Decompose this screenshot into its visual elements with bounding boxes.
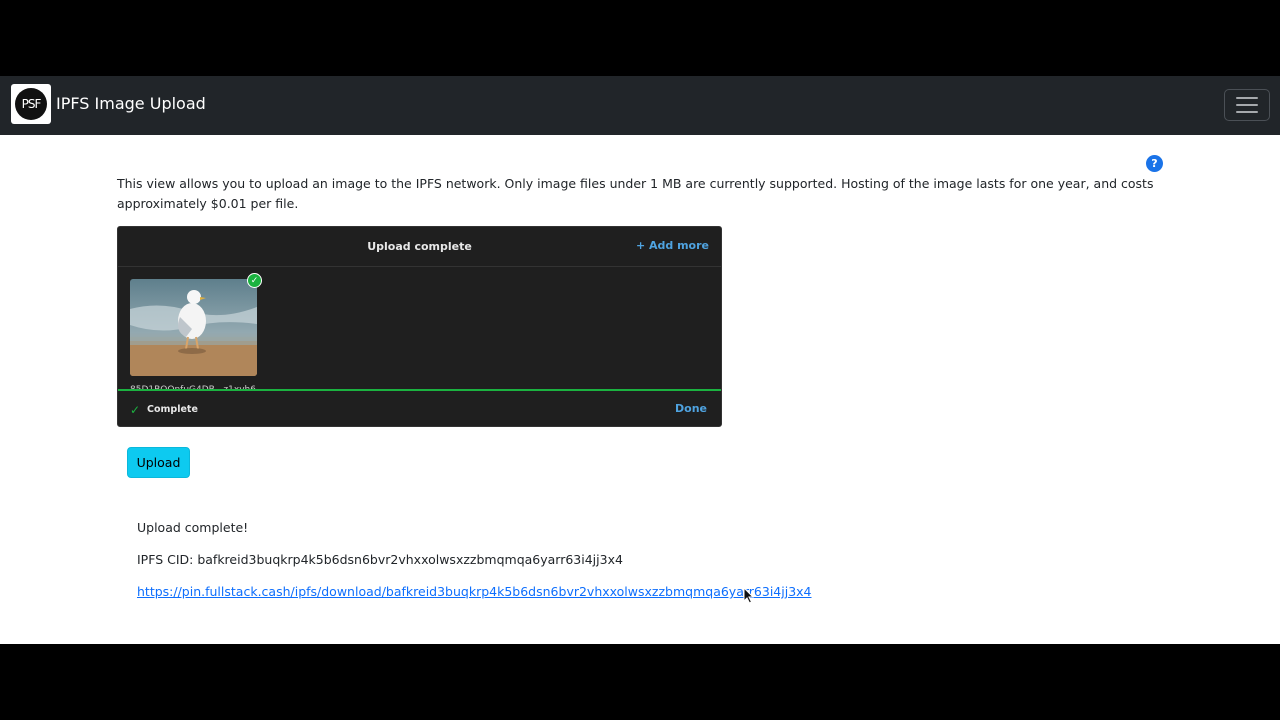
done-button[interactable]: Done — [675, 402, 707, 415]
add-more-button[interactable]: + Add more — [636, 239, 709, 252]
cid-value: bafkreid3buqkrp4k5b6dsn6bvr2vhxxolwsxzzb… — [197, 552, 623, 567]
mouse-cursor-icon — [743, 587, 755, 604]
logo-disc: PSF — [15, 88, 47, 120]
hamburger-icon-bar — [1236, 104, 1258, 106]
navbar: PSF IPFS Image Upload — [0, 76, 1280, 135]
navbar-toggler-button[interactable] — [1224, 89, 1270, 121]
hamburger-icon-bar — [1236, 111, 1258, 113]
status-text: Complete — [147, 404, 198, 415]
image-thumbnail[interactable] — [130, 279, 257, 376]
dashboard-title: Upload complete — [367, 240, 472, 253]
dashboard-header: Upload complete + Add more — [118, 227, 721, 267]
hamburger-icon-bar — [1236, 97, 1258, 99]
intro-text: This view allows you to upload an image … — [117, 176, 1154, 211]
help-icon[interactable]: ? — [1146, 155, 1163, 172]
download-link[interactable]: https://pin.fullstack.cash/ipfs/download… — [137, 584, 812, 599]
navbar-brand[interactable]: IPFS Image Upload — [56, 94, 206, 113]
dashboard-footer: ✓ Complete Done — [118, 391, 721, 426]
main-content: ? This view allows you to upload an imag… — [0, 135, 1280, 644]
upload-success-check-icon: ✓ — [247, 273, 262, 288]
cid-label: IPFS CID: — [137, 552, 198, 567]
upload-dashboard: Upload complete + Add more ✓ 85D1BQQnfuG… — [117, 226, 722, 427]
psf-logo[interactable]: PSF — [11, 84, 51, 124]
download-link-row: https://pin.fullstack.cash/ipfs/download… — [137, 584, 812, 599]
seagull-image — [130, 279, 257, 376]
upload-button[interactable]: Upload — [127, 447, 190, 478]
upload-complete-message: Upload complete! — [137, 520, 249, 535]
ipfs-cid: IPFS CID: bafkreid3buqkrp4k5b6dsn6bvr2vh… — [137, 552, 623, 567]
check-icon: ✓ — [130, 403, 141, 417]
